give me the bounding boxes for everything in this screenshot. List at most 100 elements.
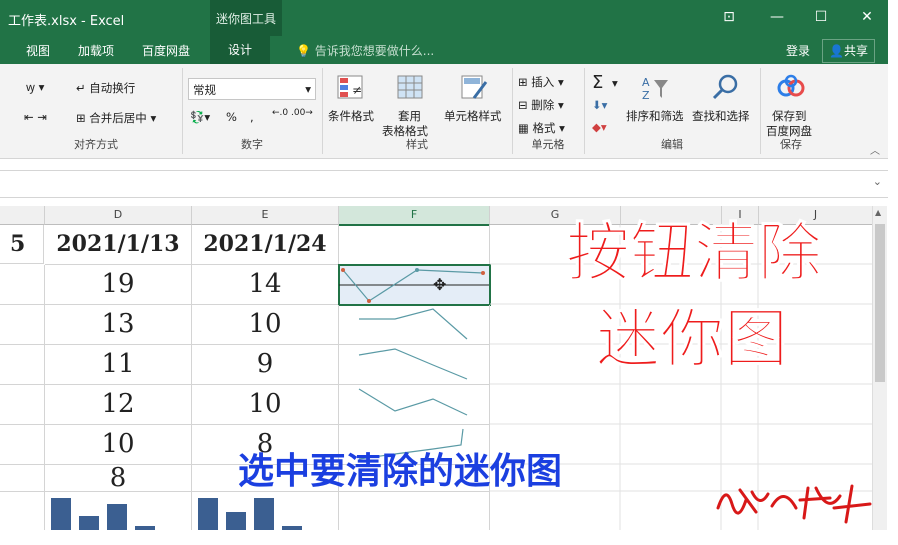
cell-f-header[interactable] <box>339 225 490 265</box>
find-select-button[interactable]: 查找和选择 <box>692 108 750 124</box>
comma-button[interactable]: , <box>250 110 254 124</box>
merge-center-button[interactable]: ⊞ 合并后居中 ▾ <box>76 110 156 126</box>
percent-button[interactable]: % <box>226 110 237 124</box>
share-button[interactable]: 👤共享 <box>822 39 875 63</box>
insert-label: 插入 <box>531 75 555 89</box>
col-header-d[interactable]: D <box>45 206 192 225</box>
insert-button[interactable]: ⊞ 插入 ▾ <box>518 74 564 90</box>
tell-me-text: 告诉我您想要做什么... <box>314 44 435 58</box>
number-format-select[interactable]: 常规 ▾ <box>188 78 316 100</box>
group-number: 常规 ▾ 💱▾ % , ←.0 .00→ 数字 <box>182 68 323 154</box>
sparkline <box>358 388 468 416</box>
cell-d[interactable]: 13 <box>45 305 192 345</box>
format-label: 格式 <box>532 121 556 135</box>
cell-c[interactable] <box>0 492 45 530</box>
find-select-icon <box>710 72 740 102</box>
tab-addins[interactable]: 加载项 <box>78 42 114 59</box>
collapse-ribbon-icon[interactable]: ︿ <box>870 142 880 157</box>
cell-styles-icon <box>460 74 488 100</box>
minimize-icon[interactable]: — <box>764 6 790 28</box>
delete-icon: ⊟ <box>518 98 532 112</box>
tab-baidu[interactable]: 百度网盘 <box>142 42 190 59</box>
cell-d[interactable]: 11 <box>45 345 192 385</box>
cell-f[interactable] <box>339 385 490 425</box>
ribbon-display-icon[interactable]: ⊡ <box>716 6 742 28</box>
overlay-title-line2: 迷你图 <box>596 303 789 378</box>
expand-formula-icon[interactable]: ⌄ <box>873 175 882 188</box>
tab-design[interactable]: 设计 <box>210 36 271 64</box>
sparkline-tools-context: 迷你图工具 <box>210 0 282 36</box>
cell-c[interactable] <box>0 345 45 385</box>
group-alignment: ꝡ ▾ ↵ 自动换行 ⇤ ⇥ ⊞ 合并后居中 ▾ 对齐方式 <box>10 68 183 154</box>
sparkline-selected: ✥ <box>339 268 489 303</box>
svg-text:Z: Z <box>642 89 650 102</box>
cell-e[interactable]: 10 <box>192 305 339 345</box>
sparkline <box>358 348 468 380</box>
cell-c[interactable] <box>0 465 45 492</box>
cell-c[interactable] <box>0 385 45 425</box>
conditional-format-icon: ≠ <box>336 74 364 100</box>
cell-d[interactable]: 19 <box>45 265 192 305</box>
group-styles: ≠ 条件格式 套用 表格格式 单元格样式 样式 <box>322 68 513 154</box>
ribbon: ꝡ ▾ ↵ 自动换行 ⇤ ⇥ ⊞ 合并后居中 ▾ 对齐方式 常规 ▾ 💱▾ % … <box>0 64 888 159</box>
svg-text:A: A <box>642 76 650 89</box>
cell-f-selected[interactable]: ✥ <box>338 264 491 306</box>
tell-me-box[interactable]: 💡 告诉我您想要做什么... <box>296 42 434 59</box>
clear-icon[interactable]: ◆▾ <box>592 120 607 134</box>
lightbulb-icon: 💡 <box>296 44 311 58</box>
login-link[interactable]: 登录 <box>786 42 810 59</box>
save-baidu-line1[interactable]: 保存到 <box>772 108 807 124</box>
group-label: 数字 <box>241 138 263 151</box>
cell-d[interactable]: 8 <box>45 465 192 492</box>
maximize-icon[interactable]: ☐ <box>808 6 834 28</box>
formula-bar[interactable]: ⌄ <box>0 170 888 198</box>
cell-e[interactable] <box>192 492 339 530</box>
group-editing: Σ ▾ ⬇▾ ◆▾ AZ 排序和筛选 查找和选择 编辑 <box>584 68 761 154</box>
wrap-label: 自动换行 <box>89 81 136 95</box>
bar-sparkline <box>198 498 302 530</box>
group-label: 单元格 <box>531 138 565 151</box>
scroll-thumb[interactable] <box>875 224 885 382</box>
conditional-format-button[interactable]: 条件格式 <box>328 108 374 124</box>
col-header-f[interactable]: F <box>339 206 490 226</box>
context-tab-label: 迷你图工具 <box>216 12 277 26</box>
cell-e-header[interactable]: 2021/1/24 <box>192 225 339 265</box>
col-header-c[interactable] <box>0 206 45 225</box>
tab-view[interactable]: 视图 <box>26 42 50 59</box>
cell-e[interactable]: 10 <box>192 385 339 425</box>
scroll-up-icon[interactable]: ▲ <box>875 208 881 217</box>
wrap-text-button[interactable]: ↵ 自动换行 <box>76 80 135 96</box>
cell-e[interactable]: 9 <box>192 345 339 385</box>
table-format-line1[interactable]: 套用 <box>398 108 421 124</box>
cell-f[interactable] <box>339 305 490 345</box>
cell-f[interactable] <box>339 345 490 385</box>
share-label: 共享 <box>843 44 868 58</box>
cell-e[interactable]: 14 <box>192 265 339 305</box>
autosum-icon[interactable]: Σ <box>592 72 603 93</box>
cell-f[interactable] <box>339 492 490 530</box>
orientation-icon[interactable]: ꝡ ▾ <box>26 80 44 95</box>
cell-d[interactable] <box>45 492 192 530</box>
cell-d-header[interactable]: 2021/1/13 <box>45 225 192 265</box>
col-header-e[interactable]: E <box>192 206 339 225</box>
cell-d[interactable]: 10 <box>45 425 192 465</box>
cell-styles-button[interactable]: 单元格样式 <box>444 108 502 124</box>
indent-icons[interactable]: ⇤ ⇥ <box>24 110 47 124</box>
delete-button[interactable]: ⊟ 删除 ▾ <box>518 97 564 113</box>
cell-c[interactable] <box>0 265 45 305</box>
sort-filter-button[interactable]: 排序和筛选 <box>626 108 684 124</box>
format-icon: ▦ <box>518 121 533 135</box>
cursor-crosshair-icon: ✥ <box>433 275 446 294</box>
format-button[interactable]: ▦ 格式 ▾ <box>518 120 565 136</box>
sparkline <box>359 308 468 340</box>
cell-c[interactable] <box>0 425 45 465</box>
delete-label: 删除 <box>531 98 555 112</box>
cell-c-header[interactable]: 5 <box>0 225 44 264</box>
decimal-icons[interactable]: ←.0 .00→ <box>272 108 313 118</box>
fill-icon[interactable]: ⬇▾ <box>592 98 607 112</box>
cell-c[interactable] <box>0 305 45 345</box>
close-icon[interactable]: ✕ <box>854 6 880 28</box>
group-save: 保存到 百度网盘 保存 <box>760 68 822 154</box>
accounting-icon[interactable]: 💱▾ <box>190 110 210 124</box>
cell-d[interactable]: 12 <box>45 385 192 425</box>
